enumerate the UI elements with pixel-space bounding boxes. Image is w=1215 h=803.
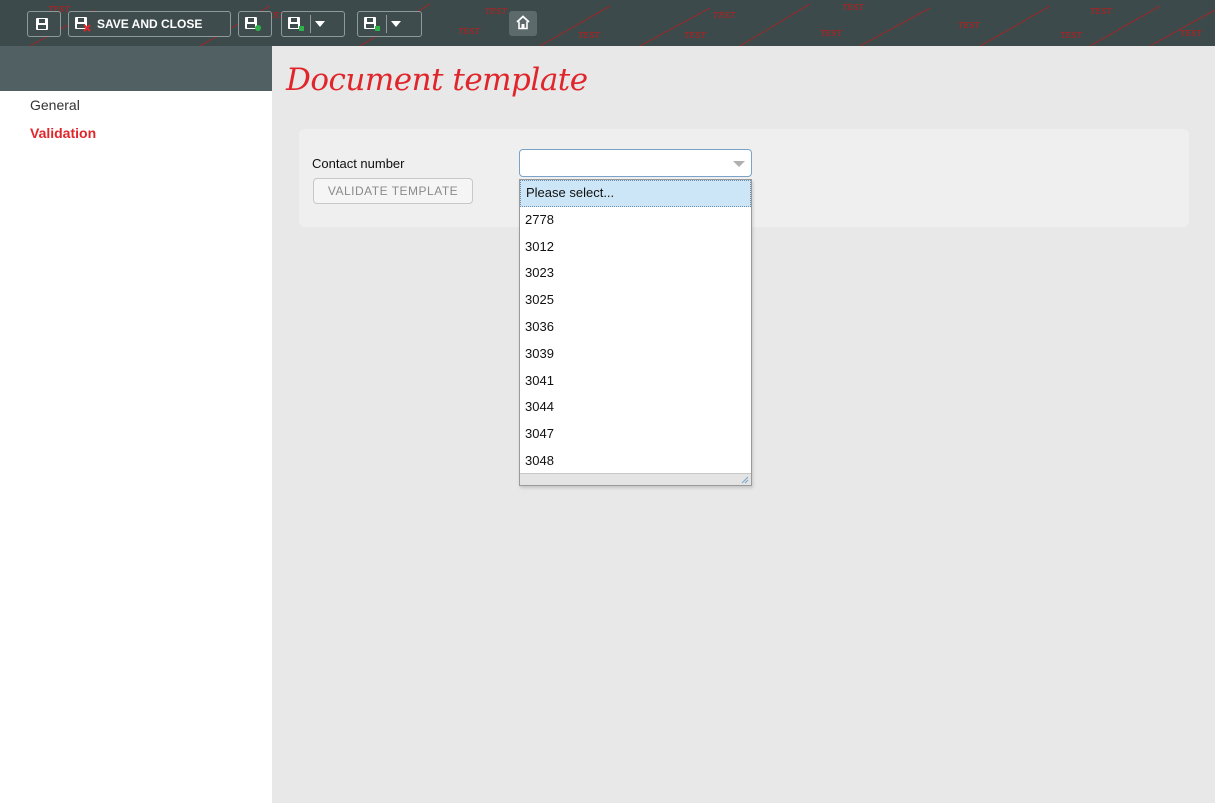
dropdown-option[interactable]: Please select... bbox=[520, 180, 751, 207]
page-title: Document template bbox=[286, 62, 588, 98]
save-icon bbox=[32, 14, 52, 34]
dropdown-option[interactable]: 3044 bbox=[520, 394, 751, 421]
save-next-dropdown[interactable] bbox=[357, 11, 422, 37]
save-next-icon bbox=[362, 14, 382, 34]
contact-number-dropdown-list[interactable]: Please select... 2778 3012 3023 3025 303… bbox=[519, 179, 752, 486]
save-button[interactable] bbox=[27, 11, 61, 37]
svg-text:TEST: TEST bbox=[1090, 7, 1113, 16]
save-and-close-button[interactable]: SAVE AND CLOSE bbox=[68, 11, 231, 37]
contact-number-label: Contact number bbox=[312, 156, 405, 171]
dropdown-option[interactable]: 3036 bbox=[520, 314, 751, 341]
dropdown-option[interactable]: 3025 bbox=[520, 287, 751, 314]
save-add-icon bbox=[243, 14, 263, 34]
svg-text:TEST: TEST bbox=[713, 11, 736, 20]
sidebar-item-validation[interactable]: Validation bbox=[0, 119, 272, 147]
home-icon bbox=[515, 14, 531, 33]
svg-text:TEST: TEST bbox=[485, 7, 508, 16]
chevron-down-icon bbox=[387, 21, 405, 27]
svg-text:TEST: TEST bbox=[820, 29, 843, 38]
chevron-down-icon bbox=[311, 21, 329, 27]
save-dropdown-icon bbox=[286, 14, 306, 34]
save-options-dropdown[interactable] bbox=[281, 11, 345, 37]
dropdown-option[interactable]: 3041 bbox=[520, 368, 751, 395]
svg-text:TEST: TEST bbox=[958, 21, 981, 30]
svg-text:TEST: TEST bbox=[1180, 29, 1203, 38]
chevron-down-icon bbox=[733, 161, 745, 167]
save-and-new-button[interactable] bbox=[238, 11, 272, 37]
svg-text:TEST: TEST bbox=[842, 3, 865, 12]
svg-text:TEST: TEST bbox=[1060, 31, 1083, 40]
contact-number-select[interactable] bbox=[519, 149, 752, 177]
sidebar-header bbox=[0, 46, 272, 91]
svg-text:TEST: TEST bbox=[458, 27, 481, 36]
sidebar: General Validation bbox=[0, 46, 272, 803]
dropdown-option[interactable]: 2778 bbox=[520, 207, 751, 234]
sidebar-item-general[interactable]: General bbox=[0, 91, 272, 119]
dropdown-option[interactable]: 3048 bbox=[520, 448, 751, 475]
svg-text:TEST: TEST bbox=[578, 31, 601, 40]
dropdown-option[interactable]: 3047 bbox=[520, 421, 751, 448]
save-close-icon bbox=[73, 14, 93, 34]
home-button[interactable] bbox=[509, 11, 537, 36]
svg-text:TEST: TEST bbox=[684, 31, 707, 40]
dropdown-option[interactable]: 3023 bbox=[520, 260, 751, 287]
top-toolbar: TEST TEST TEST TEST TEST TEST TEST TEST … bbox=[0, 0, 1215, 46]
dropdown-option[interactable]: 3012 bbox=[520, 234, 751, 261]
save-and-close-label: SAVE AND CLOSE bbox=[97, 17, 203, 31]
dropdown-footer bbox=[520, 473, 751, 485]
dropdown-option[interactable]: 3039 bbox=[520, 341, 751, 368]
resize-grip-icon[interactable] bbox=[741, 476, 749, 484]
validate-template-button[interactable]: VALIDATE TEMPLATE bbox=[313, 178, 473, 204]
